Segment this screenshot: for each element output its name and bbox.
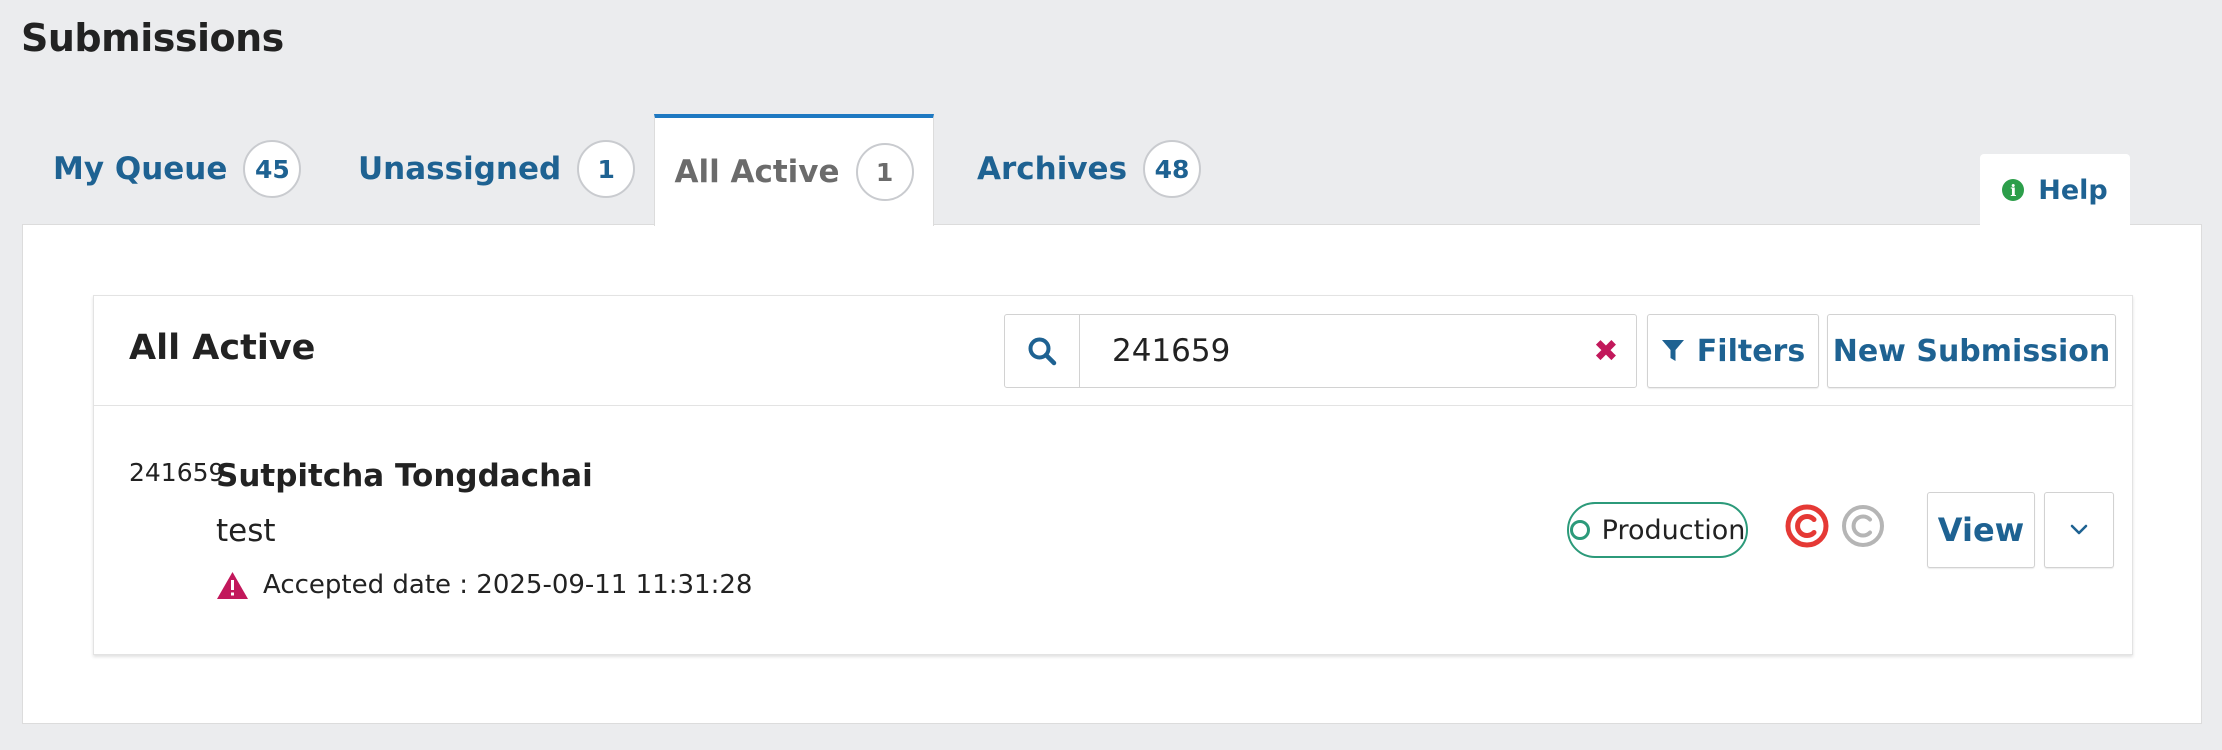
chevron-down-icon	[2070, 524, 2088, 535]
clear-search-button[interactable]: ✖	[1576, 315, 1636, 387]
tab-count-badge: 1	[577, 140, 636, 198]
accepted-date: Accepted date : 2025-09-11 11:31:28	[263, 570, 753, 600]
view-label: View	[1937, 511, 2025, 549]
tab-label: My Queue	[53, 151, 228, 187]
clear-icon: ✖	[1593, 333, 1619, 369]
stage-badge: Production	[1567, 502, 1748, 558]
filter-icon	[1661, 340, 1684, 361]
list-title: All Active	[129, 328, 316, 368]
search-input[interactable]	[1080, 315, 1576, 387]
submission-author: Sutpitcha Tongdachai	[216, 458, 593, 494]
copyright-icon	[1842, 505, 1884, 547]
new-submission-label: New Submission	[1832, 333, 2111, 369]
tab-my-queue[interactable]: My Queue 45	[53, 114, 302, 224]
help-button[interactable]: i Help	[1980, 154, 2130, 226]
search-field: ✖	[1004, 314, 1637, 388]
tab-archives[interactable]: Archives 48	[977, 114, 1202, 224]
submissions-list: All Active ✖ Filters	[93, 295, 2133, 655]
tab-label: All Active	[674, 154, 840, 190]
list-item[interactable]: 241659 Sutpitcha Tongdachai test Accepte…	[94, 406, 2132, 656]
info-icon: i	[2002, 179, 2025, 201]
tab-label: Archives	[977, 151, 1128, 187]
tab-label: Unassigned	[358, 151, 562, 187]
search-button[interactable]	[1005, 315, 1080, 387]
new-submission-button[interactable]: New Submission	[1827, 314, 2116, 388]
submission-notice: Accepted date : 2025-09-11 11:31:28	[216, 570, 752, 600]
tab-all-active[interactable]: All Active 1	[654, 114, 934, 226]
tab-count-badge: 45	[243, 140, 302, 198]
stage-dot-icon	[1569, 520, 1590, 540]
view-button[interactable]: View	[1927, 492, 2035, 568]
search-icon	[1028, 337, 1057, 366]
tab-unassigned[interactable]: Unassigned 1	[358, 114, 636, 224]
submission-tabs: My Queue 45 Unassigned 1 All Active 1 Ar…	[22, 114, 2202, 226]
filters-button[interactable]: Filters	[1647, 314, 1819, 388]
help-label: Help	[2038, 174, 2108, 206]
submission-id: 241659	[129, 458, 225, 487]
tab-count-badge: 1	[855, 143, 914, 201]
stage-label: Production	[1601, 514, 1746, 546]
expand-button[interactable]	[2044, 492, 2114, 568]
tab-count-badge: 48	[1143, 140, 1202, 198]
submission-title: test	[216, 513, 276, 549]
copyright-icon	[1785, 504, 1829, 548]
list-header: All Active ✖ Filters	[94, 296, 2132, 406]
page-title: Submissions	[21, 16, 284, 60]
tab-panel: All Active ✖ Filters	[22, 224, 2202, 724]
warning-icon	[217, 571, 248, 599]
filters-label: Filters	[1696, 333, 1806, 369]
